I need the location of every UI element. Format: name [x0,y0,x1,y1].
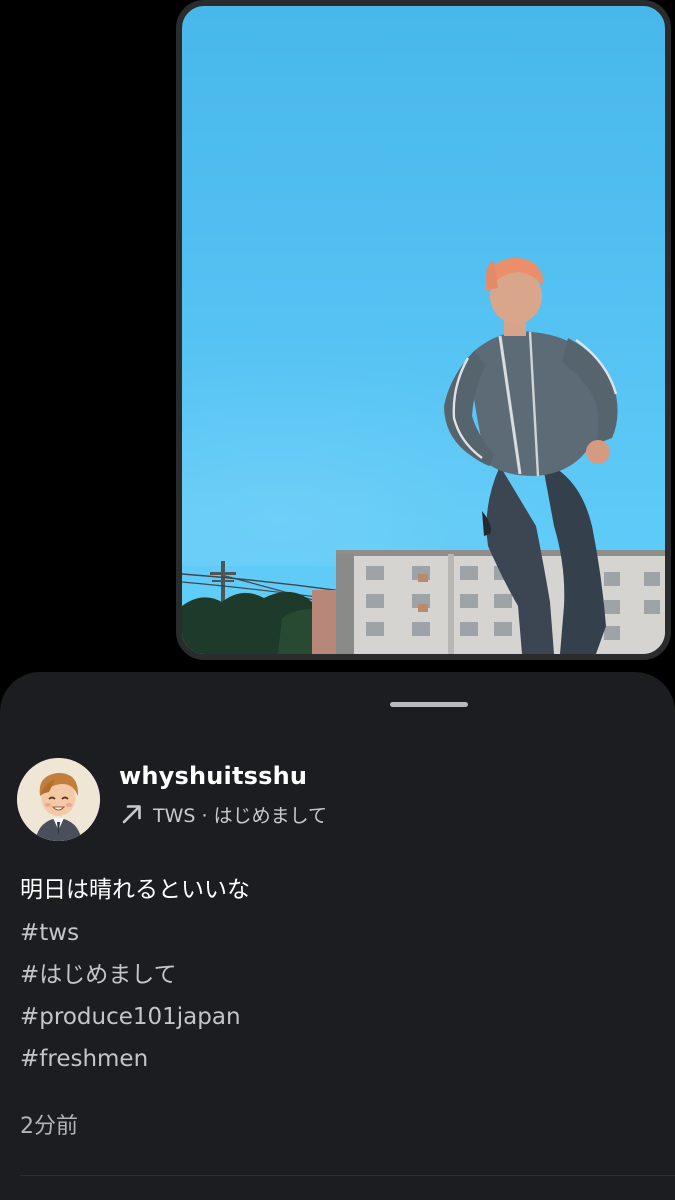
user-avatar[interactable] [17,758,100,841]
video-preview[interactable] [176,0,671,660]
post-audio-meta[interactable]: TWS · はじめまして [119,800,327,828]
video-frame-illustration [182,257,665,654]
post-timestamp: 2分前 [20,1114,78,1139]
post-details-sheet[interactable]: whyshuitsshu TWS · はじめまして 明日は晴れるといいな #tw… [0,672,675,1200]
post-meta-label: TWS · はじめまして [153,804,328,827]
hashtag-list: #tws #はじめまして #produce101japan #freshmen [20,912,241,1080]
avatar-illustration [17,758,100,841]
post-caption: 明日は晴れるといいな [20,877,250,903]
hashtag-link[interactable]: #はじめまして [20,954,241,996]
hashtag-link[interactable]: #tws [20,912,241,954]
username[interactable]: whyshuitsshu [119,762,307,790]
story-viewer: whyshuitsshu TWS · はじめまして 明日は晴れるといいな #tw… [0,0,675,1200]
hashtag-link[interactable]: #produce101japan [20,996,241,1038]
divider [20,1175,675,1176]
hashtag-link[interactable]: #freshmen [20,1038,241,1080]
arrow-up-right-icon [122,805,141,824]
sheet-grabber-handle[interactable] [390,702,468,707]
